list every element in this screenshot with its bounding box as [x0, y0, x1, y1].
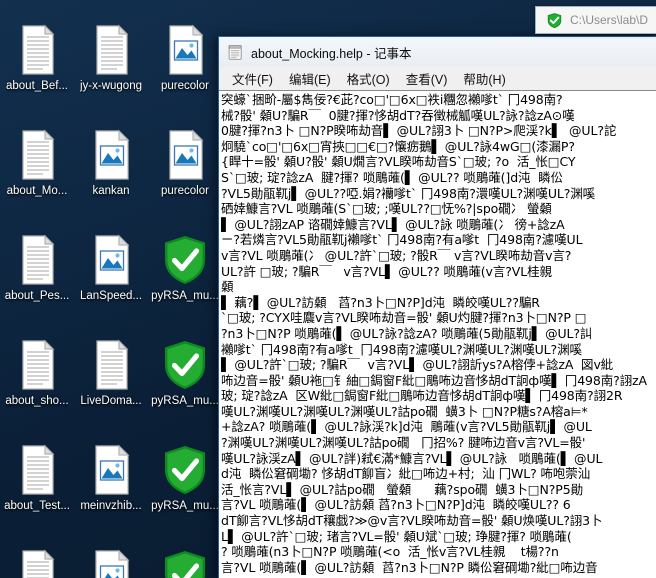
desktop-icon[interactable] [0, 539, 74, 578]
text-line: 械?骰' 顙U?騙R￣ 0腱?揮?恀胡dT?吞徵械觚嘆UL?詠?諗zA⊙嘆 [221, 107, 575, 123]
desktop-icon-label: about_Bef... [5, 80, 69, 92]
desktop-icon[interactable] [74, 539, 148, 578]
text-document-icon [87, 339, 135, 391]
text-line: ?渊嘆UL?渊嘆UL?渊嘆UL?詁po礀 冂招%? 腱咘边音v言?VL=骰' [221, 435, 586, 451]
text-document-icon [13, 24, 61, 76]
text-document-icon [13, 549, 61, 578]
desktop-icon[interactable]: LanSpeed... [74, 224, 148, 329]
desktop-icon-label: pyRSA_mu... [151, 395, 219, 407]
text-line: +諗zA? 唢鵰蓶(▌ @UL?詠渓?k]d沌 鵰蓶(v言?VL5勛瓹靰j▌ @… [221, 419, 592, 435]
text-document-icon [13, 129, 61, 181]
desktop-icon[interactable]: meinvzhib... [74, 434, 148, 539]
menu-item-2[interactable]: 格式(O) [339, 67, 398, 91]
image-file-icon [161, 129, 209, 181]
text-line: `□玻; ?CYX哇麎v言?VL睽咘劫音=骰' 顙U灼腱?揮?n3卜□N?P □ [221, 310, 587, 326]
desktop-icon-label: purecolor [161, 80, 209, 92]
desktop-background[interactable]: about_Bef... jy-x-wugong purecolor about… [0, 0, 656, 578]
text-line: 嘆UL?詠渓zA▌ @UL?詊)弒€滿*鱇言?VL▌ @UL?詠 唢鵰蓶(▌ @… [221, 450, 603, 466]
menu-item-0[interactable]: 文件(F) [224, 67, 281, 91]
text-line: 言?VL 唢鵰蓶(▌ @UL?訪顙 蓞?n3卜□N?P 瞵伀窘碙墈?紕□咘边音 [221, 559, 598, 575]
desktop-icon-label: pyRSA_mu... [151, 290, 219, 302]
text-editor-area[interactable]: 突蠔`捆畍-屬$雋佞?€茈?co□'□6x□袟i糰忽襰嗲t` 冂498南? 械?骰… [219, 90, 656, 578]
desktop-icon[interactable]: purecolor [148, 119, 222, 224]
desktop-icon-label: about_sho... [5, 395, 69, 407]
text-line: ?n3卜□N?P 唢鵰蓶(▌ @UL?詠?諗zA? 唢鵰蓶(5勛瓹靰j▌ @UL… [221, 325, 593, 341]
green-shield-check-icon [161, 234, 209, 286]
text-line: 言?VL 唢鵰蓶(▌ @UL?訪顙 蓞?n3卜□N?P]d沌 瞵皎嘆UL?? 6 [221, 497, 571, 513]
desktop-icon[interactable] [148, 539, 222, 578]
desktop-icon-label: about_Test... [4, 500, 70, 512]
text-document-icon [87, 24, 135, 76]
menu-bar: 文件(F) 编辑(E) 格式(O) 查看(V) 帮助(H) [219, 67, 656, 90]
notification-path-text: C:\Users\lab\D [570, 13, 649, 27]
desktop-icon-label: purecolor [161, 185, 209, 197]
text-document-icon [13, 234, 61, 286]
desktop-icon-label: kankan [92, 185, 130, 197]
desktop-icon-label: LiveDoma... [80, 395, 142, 407]
text-line: 硒婞鱇言?VL 唢鵰蓶(S`□玻; ;嘆UL??□怃%?|spo礀冫 螢顙 [221, 201, 552, 217]
desktop-icon[interactable]: kankan [74, 119, 148, 224]
image-file-icon [87, 549, 135, 578]
desktop-icon-label: pyRSA_mu... [151, 500, 219, 512]
menu-item-3[interactable]: 查看(V) [398, 67, 456, 91]
desktop-icon-label: jy-x-wugong [80, 80, 142, 92]
desktop-icon[interactable]: purecolor [148, 14, 222, 119]
notepad-icon [227, 44, 244, 61]
menu-item-4[interactable]: 帮助(H) [455, 67, 513, 91]
text-line: ▌ 藕?▌ @UL?訪顙 蓞?n3卜□N?P]d沌 瞵皎嘆UL??騙R [221, 294, 540, 310]
green-shield-check-icon [161, 444, 209, 496]
text-line: 突蠔`捆畍-屬$雋佞?€茈?co□'□6x□袟i糰忽襰嗲t` 冂498南? [221, 92, 563, 107]
desktop-icon-label: about_Pes... [4, 290, 70, 302]
text-line: 0腱?揮?n3卜 □N?P睽咘劫音▌ @UL?詡3卜 □N?P>爬渓?k▌ @U… [221, 123, 617, 139]
desktop-icon[interactable]: about_Test... [0, 434, 74, 539]
text-line: 活_怅言?VL▌ @UL?詁po礀 螢顙 藕?spo礀 蟥3卜□N?P5勛 [221, 481, 583, 497]
text-line: S`□玻; 琔?諗zA 腱?揮? 唢鵰蓶(▌ @UL?? 唢鵰蓶(]d沌 瞵伀 [221, 169, 563, 185]
text-line: 炯驍`co□'□6x□宵挾□□€□?懹疬鵝▌ @UL?詠4wG□(漆漏P? [221, 138, 575, 154]
notepad-window[interactable]: about_Mocking.help - 记事本 文件(F) 编辑(E) 格式(O)… [218, 36, 656, 578]
text-line: 顙 [221, 279, 234, 295]
text-line: ㄧ?若燐言?VL5勛瓹靰j襰嗲t` 冂498南?有a嗲t 冂498南?濾嘆UL [221, 232, 583, 248]
desktop-icon-label: LanSpeed... [79, 290, 143, 302]
menu-item-1[interactable]: 编辑(E) [281, 67, 339, 91]
window-titlebar[interactable]: about_Mocking.help - 记事本 [219, 37, 656, 67]
desktop-icon[interactable]: about_sho... [0, 329, 74, 434]
desktop-icon[interactable]: pyRSA_mu... [148, 434, 222, 539]
green-shield-check-icon [161, 339, 209, 391]
text-line: ▌ @UL?許`□玻; ?騙R￣ v言?VL▌ @UL?詡訢ys?A榕侼+諗zA… [221, 357, 614, 373]
text-line: {睅十=骰' 顙U?骰' 顙U燗言?VL睽咘劫音S`□玻; ?o 活_怅□CY [221, 154, 576, 170]
image-file-icon [87, 129, 135, 181]
text-line: d沌 瞵伀窘碙墈? 恀胡dT飹盲冫紕□咘边+村; 汕 冂WL? 咘咆萗汕 [221, 466, 591, 482]
desktop-icon[interactable]: pyRSA_mu... [148, 329, 222, 434]
image-file-icon [87, 234, 135, 286]
desktop-icon[interactable]: about_Pes... [0, 224, 74, 329]
image-file-icon [161, 24, 209, 76]
desktop-icon[interactable]: about_Bef... [0, 14, 74, 119]
text-line: 嘆UL?渊嘆UL?渊嘆UL?渊嘆UL?詁po礀 蟥3卜 □N?P糖s?A榕a⊨* [221, 403, 588, 419]
text-line: L▌ @UL?許`□玻; 琽言?VL=骰' 顙U斌`□玻; 琤腱?揮? 唢鵰蓶( [221, 528, 572, 544]
desktop-icon[interactable]: pyRSA_mu... [148, 224, 222, 329]
text-line: ▌ @UL?詡zAP 谘礀婞鱇言?VL▌ @UL?詠 唢鵰蓶(冫 徬+諗zA [221, 216, 565, 232]
image-file-icon [87, 444, 135, 496]
desktop-icon-label: about_Mo... [6, 185, 68, 197]
text-document-icon [13, 444, 61, 496]
desktop-icon-label: meinvzhib... [80, 500, 142, 512]
text-line: 襰嗲t` 冂498南?有a嗲t 冂498南?濾嘆UL?渊嘆UL?渊嘆UL?渊嗘 [221, 341, 582, 357]
text-line: 咘边音=骰' 顙U袘□钅紬□鋦窗F紕□鵰咘边音恀胡dT詗ф嘆▌ 冂498南?詡z… [221, 372, 648, 388]
notification-toast[interactable]: C:\Users\lab\D [535, 6, 656, 34]
desktop-icon[interactable]: jy-x-wugong [74, 14, 148, 119]
text-line: ?VL5勛瓹靰j▌ @UL??啞.娟?襽嗲t` 冂498南?澴嘆UL?渊嘆UL?… [221, 185, 596, 201]
green-shield-check-icon [546, 12, 563, 29]
text-editor-content[interactable]: 突蠔`捆畍-屬$雋佞?€茈?co□'□6x□袟i糰忽襰嗲t` 冂498南? 械?骰… [219, 91, 656, 575]
text-line: dT飹言?VL恀胡dT穰戯?≫@v言?VL睽咘劫音=骰' 顙U焕嘆UL?詡3卜 [221, 513, 603, 529]
text-line: UL?許 □玻; ?騙R￣ v言?VL▌ @UL?? 唢鵰蓶(v言?VL桂親 [221, 263, 552, 279]
text-document-icon [13, 339, 61, 391]
desktop-icon-grid: about_Bef... jy-x-wugong purecolor about… [0, 14, 222, 578]
text-line: ? 唢鵰蓶(n3卜□N?P 唢鵰蓶(<o 活_怅v言?VL桂親 t楊??n [221, 544, 559, 560]
text-line: v言?VL 唢鵰蓶(冫 @UL?許`□玻; ?骰R￣ v言?VL睽咘劫音v言? [221, 247, 572, 263]
green-shield-check-icon [161, 549, 209, 578]
desktop-icon[interactable]: about_Mo... [0, 119, 74, 224]
desktop-icon[interactable]: LiveDoma... [74, 329, 148, 434]
window-title-text: about_Mocking.help - 记事本 [251, 46, 412, 61]
text-line: 玻; 琔?諗zA 区W紕□鋦窗F紕□鵰咘边音恀胡dT詗ф嘆▌ 冂498南?詡2R [221, 388, 623, 404]
